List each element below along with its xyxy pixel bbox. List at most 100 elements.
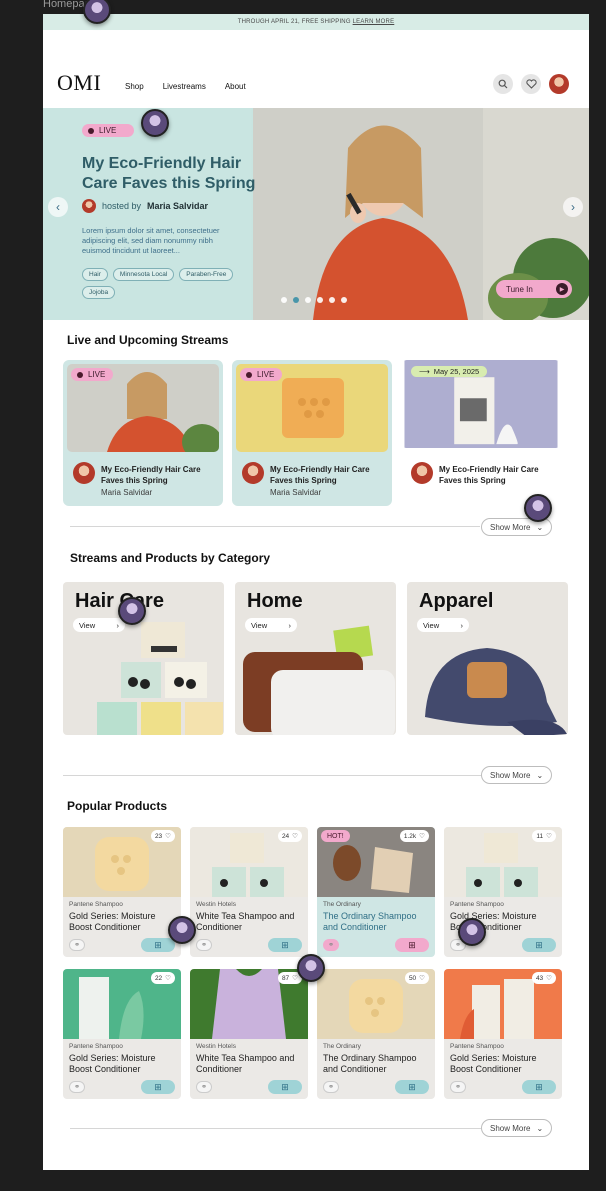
share-icon[interactable]: ⚭ <box>323 939 339 951</box>
stream-title: My Eco-Friendly Hair Care Faves this Spr… <box>270 465 370 485</box>
host-avatar <box>411 462 433 484</box>
section-divider <box>63 775 481 776</box>
like-count[interactable]: 11 ♡ <box>532 830 556 842</box>
like-count[interactable]: 24 ♡ <box>277 830 302 842</box>
profile-avatar[interactable] <box>549 74 569 94</box>
stream-card[interactable]: LIVE My Eco-Friendly Hair Care Faves thi… <box>232 360 392 506</box>
products-section-heading: Popular Products <box>67 799 168 813</box>
product-name: White Tea Shampoo and Conditioner <box>196 1053 295 1074</box>
nav-link-shop[interactable]: Shop <box>125 82 144 91</box>
product-name: White Tea Shampoo and Conditioner <box>196 911 295 932</box>
promo-banner: THROUGH APRIL 21, FREE SHIPPING LEARN MO… <box>43 14 589 30</box>
add-to-basket-button[interactable]: ⊞ <box>395 1080 429 1094</box>
like-count[interactable]: 1.2k ♡ <box>399 830 429 842</box>
category-image <box>97 622 223 735</box>
tune-in-button[interactable]: Tune In ▶ <box>496 280 572 298</box>
share-icon[interactable]: ⚭ <box>450 1081 466 1093</box>
add-to-basket-button[interactable]: ⊞ <box>522 938 556 952</box>
like-count[interactable]: 23 ♡ <box>150 830 175 842</box>
add-to-basket-button[interactable]: ⊞ <box>522 1080 556 1094</box>
heart-icon[interactable] <box>521 74 541 94</box>
chevron-down-icon: ⌄ <box>536 522 544 532</box>
product-brand: Westin Hotels <box>196 1043 236 1050</box>
stream-host: Maria Salvidar <box>270 488 322 497</box>
product-name: The Ordinary Shampoo and Conditioner <box>323 911 417 932</box>
category-card-apparel[interactable]: Apparel View › <box>407 582 568 735</box>
product-brand: The Ordinary <box>323 901 361 908</box>
chevron-right-icon: › <box>116 620 120 630</box>
category-view-button[interactable]: View › <box>417 618 469 632</box>
carousel-next-button[interactable]: › <box>563 197 583 217</box>
logo[interactable]: OMI <box>57 70 101 96</box>
share-icon[interactable]: ⚭ <box>196 1081 212 1093</box>
product-card[interactable]: 23 ♡ Pantene Shampoo Gold Series: Moistur… <box>63 827 181 957</box>
chevron-down-icon: ⌄ <box>536 1123 544 1133</box>
share-icon[interactable]: ⚭ <box>69 939 85 951</box>
add-to-basket-button[interactable]: ⊞ <box>268 1080 302 1094</box>
add-to-basket-button[interactable]: ⊞ <box>268 938 302 952</box>
show-more-button[interactable]: Show More ⌄ <box>481 766 553 784</box>
basket-icon: ⊞ <box>281 1081 289 1092</box>
nav-link-about[interactable]: About <box>225 82 246 91</box>
basket-icon: ⊞ <box>535 939 543 950</box>
like-count-value: 1.2k <box>403 832 417 840</box>
heart-icon: ♡ <box>546 833 552 840</box>
product-card[interactable]: 87 ♡ Westin Hotels White Tea Shampoo and … <box>190 969 308 1099</box>
product-card[interactable]: 22 ♡ Pantene Shampoo Gold Series: Moistur… <box>63 969 181 1099</box>
host-avatar <box>82 199 96 213</box>
like-count[interactable]: 50 ♡ <box>404 972 429 984</box>
view-label: View <box>251 620 268 630</box>
like-count-value: 11 <box>536 832 544 840</box>
hero-carousel: LIVE My Eco-Friendly Hair Care Faves thi… <box>43 108 589 320</box>
category-section-heading: Streams and Products by Category <box>70 551 271 565</box>
hero-tag[interactable]: Paraben-Free <box>179 268 234 281</box>
carousel-dot[interactable] <box>305 297 311 303</box>
category-view-button[interactable]: View › <box>73 618 125 632</box>
section-divider <box>70 1128 481 1129</box>
heart-icon: ♡ <box>165 975 171 982</box>
add-to-basket-button[interactable]: ⊞ <box>395 938 429 952</box>
search-icon[interactable] <box>493 74 513 94</box>
stream-card[interactable]: LIVE My Eco-Friendly Hair Care Faves thi… <box>63 360 223 506</box>
product-card[interactable]: 43 ♡ Pantene Shampoo Gold Series: Moistur… <box>444 969 562 1099</box>
like-count[interactable]: 43 ♡ <box>531 972 556 984</box>
carousel-dot[interactable] <box>281 297 287 303</box>
product-card[interactable]: 50 ♡ The Ordinary The Ordinary Shampoo an… <box>317 969 435 1099</box>
carousel-dot[interactable] <box>329 297 335 303</box>
carousel-dot[interactable] <box>317 297 323 303</box>
add-to-basket-button[interactable]: ⊞ <box>141 938 175 952</box>
heart-icon: ♡ <box>546 975 552 982</box>
hero-tag[interactable]: Hair <box>82 268 108 281</box>
live-dot-icon <box>246 371 252 378</box>
nav-actions <box>493 74 569 94</box>
stream-host: Maria Salvidar <box>101 488 153 497</box>
share-icon[interactable]: ⚭ <box>323 1081 339 1093</box>
carousel-dot[interactable] <box>341 297 347 303</box>
carousel-prev-button[interactable]: ‹ <box>48 197 68 217</box>
show-more-label: Show More <box>490 522 531 532</box>
stream-badge-label: LIVE <box>257 370 275 379</box>
chevron-right-icon: › <box>288 620 292 630</box>
chevron-left-icon: ‹ <box>56 200 60 214</box>
product-name: Gold Series: Moisture Boost Conditioner <box>69 911 156 932</box>
add-to-basket-button[interactable]: ⊞ <box>141 1080 175 1094</box>
collaborator-cursor-avatar <box>297 954 325 982</box>
hero-tag[interactable]: Jojoba <box>82 286 116 299</box>
product-card-highlighted[interactable]: HOT! 1.2k ♡ The Ordinary The Ordinary Sha… <box>317 827 435 957</box>
share-icon[interactable]: ⚭ <box>196 939 212 951</box>
carousel-dot-active[interactable] <box>293 297 299 303</box>
product-name: The Ordinary Shampoo and Conditioner <box>323 1053 417 1074</box>
product-card[interactable]: 24 ♡ Westin Hotels White Tea Shampoo and … <box>190 827 308 957</box>
category-card-home[interactable]: Home View › <box>235 582 396 735</box>
like-count[interactable]: 22 ♡ <box>150 972 175 984</box>
category-view-button[interactable]: View › <box>245 618 297 632</box>
banner-text: THROUGH APRIL 21, FREE SHIPPING <box>237 19 351 25</box>
show-more-button[interactable]: Show More ⌄ <box>481 1119 553 1137</box>
share-icon[interactable]: ⚭ <box>69 1081 85 1093</box>
hero-tag[interactable]: Minnesota Local <box>112 268 175 281</box>
hero-host-name[interactable]: Maria Salvidar <box>147 201 208 211</box>
nav-link-livestreams[interactable]: Livestreams <box>163 82 206 91</box>
hero-description: Lorem ipsum dolor sit amet, consectetuer… <box>82 226 220 255</box>
banner-learn-more-link[interactable]: LEARN MORE <box>353 19 395 25</box>
stream-card-upcoming[interactable]: ⟶ May 25, 2025 My Eco-Friendly Hair Care… <box>401 360 561 506</box>
